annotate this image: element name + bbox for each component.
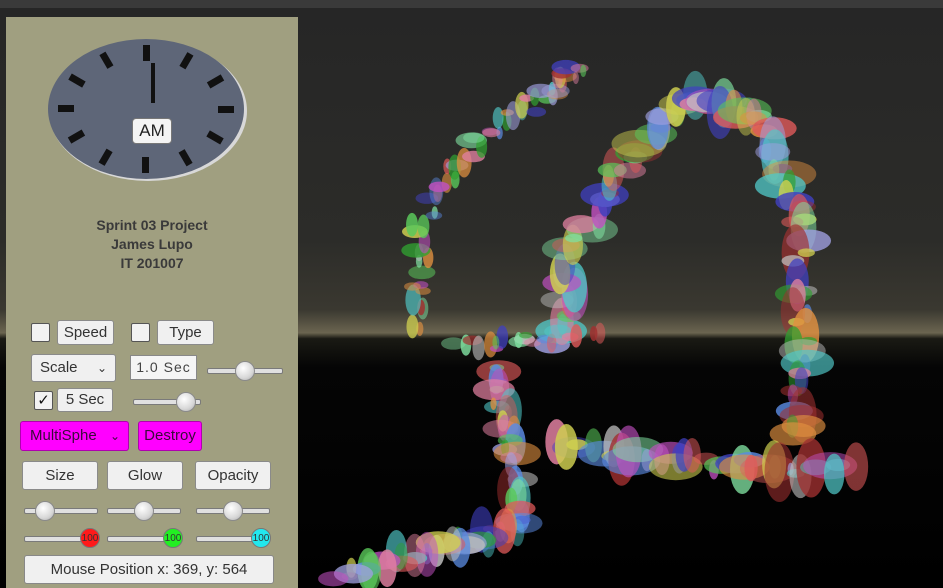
sphere xyxy=(823,453,845,495)
sphere xyxy=(843,442,869,491)
project-info: Sprint 03 Project James Lupo IT 201007 xyxy=(6,216,298,273)
chevron-down-icon: ⌄ xyxy=(96,361,107,375)
destroy-button[interactable]: Destroy xyxy=(138,421,202,451)
sphere xyxy=(570,324,583,348)
interval-slider-thumb[interactable] xyxy=(235,361,255,381)
sphere xyxy=(519,331,533,339)
sphere xyxy=(482,128,501,138)
mouse-position-button[interactable]: Mouse Position x: 369, y: 564 xyxy=(24,555,274,584)
clock-hand-hour xyxy=(151,63,155,103)
timer-checkbox[interactable]: ✓ xyxy=(34,391,53,410)
sphere xyxy=(463,132,485,144)
green-slider-knob[interactable]: 100 xyxy=(163,528,183,548)
scale-dropdown[interactable]: Scale ⌄ xyxy=(31,354,116,382)
sphere xyxy=(404,282,421,291)
type-button[interactable]: Type xyxy=(157,320,214,345)
sphere xyxy=(572,71,579,85)
glow-button[interactable]: Glow xyxy=(107,461,183,490)
sphere xyxy=(797,248,815,258)
size-button[interactable]: Size xyxy=(22,461,98,490)
size-slider-thumb[interactable] xyxy=(34,501,55,521)
sphere xyxy=(472,335,485,361)
opacity-slider-thumb[interactable] xyxy=(223,501,243,521)
blue-slider-knob[interactable]: 100 xyxy=(251,528,271,548)
sphere xyxy=(318,571,349,587)
sphere xyxy=(589,325,598,342)
clock-tick xyxy=(142,157,149,173)
project-course: IT 201007 xyxy=(120,255,184,271)
sphere xyxy=(526,106,547,117)
opacity-button[interactable]: Opacity xyxy=(195,461,271,490)
glow-slider-thumb[interactable] xyxy=(134,501,154,521)
sphere xyxy=(425,211,443,220)
clock-tick xyxy=(218,106,234,113)
sphere xyxy=(580,64,587,78)
sphere xyxy=(406,314,419,339)
shape-dropdown-value: MultiSphe xyxy=(30,427,97,444)
clock-period-label: AM xyxy=(132,118,172,144)
shape-dropdown[interactable]: MultiSphe ⌄ xyxy=(20,421,129,451)
chevron-down-icon: ⌄ xyxy=(109,429,120,443)
interval-field[interactable]: 1.0 Sec xyxy=(130,355,197,380)
sphere xyxy=(428,181,450,193)
window-top-bar xyxy=(0,0,943,8)
clock-tick xyxy=(58,105,74,112)
sphere xyxy=(492,335,500,350)
type-checkbox[interactable] xyxy=(131,323,150,342)
sphere xyxy=(755,143,791,161)
speed-button[interactable]: Speed xyxy=(57,320,114,345)
analog-clock xyxy=(48,39,247,181)
clock-tick xyxy=(143,45,150,61)
project-title: Sprint 03 Project xyxy=(96,217,208,233)
sphere xyxy=(490,397,497,410)
sphere xyxy=(492,107,504,129)
sphere xyxy=(406,212,418,237)
red-slider-knob[interactable]: 100 xyxy=(80,528,100,548)
sphere xyxy=(408,265,436,280)
speed-checkbox[interactable] xyxy=(31,323,50,342)
project-author: James Lupo xyxy=(111,236,193,252)
timer-button[interactable]: 5 Sec xyxy=(57,388,113,412)
scale-dropdown-value: Scale xyxy=(40,359,78,376)
